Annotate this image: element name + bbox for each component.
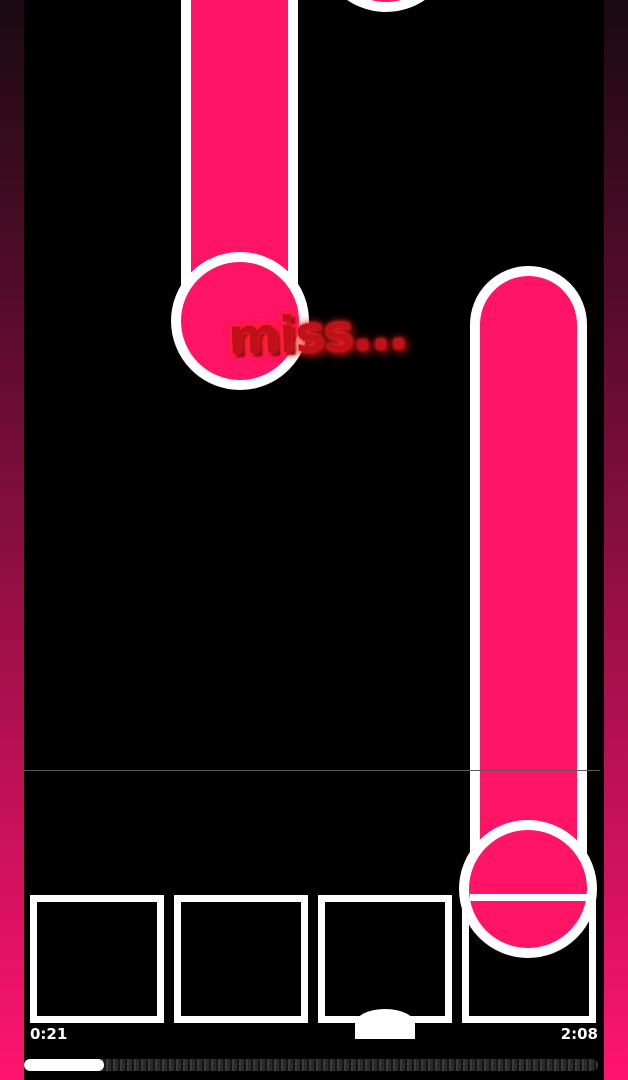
lane-indicator-arc-icon <box>355 1009 415 1039</box>
judgement-line <box>24 770 600 771</box>
time-elapsed: 0:21 <box>30 1025 68 1043</box>
hold-note-head-active <box>459 820 597 958</box>
song-progress-bar[interactable] <box>24 1059 598 1071</box>
lane-key-1[interactable] <box>30 895 164 1023</box>
song-progress-fill <box>24 1059 105 1071</box>
time-total: 2:08 <box>560 1025 598 1043</box>
game-screen: miss... 0:21 2:08 <box>0 0 628 1080</box>
right-side-gradient <box>604 0 628 1080</box>
left-side-gradient <box>0 0 24 1080</box>
lane-key-4-top-edge <box>470 894 588 901</box>
lane-key-3[interactable] <box>318 895 452 1023</box>
hold-note-body-active <box>470 266 587 891</box>
judgement-text: miss... <box>227 301 408 367</box>
lane-key-2[interactable] <box>174 895 308 1023</box>
